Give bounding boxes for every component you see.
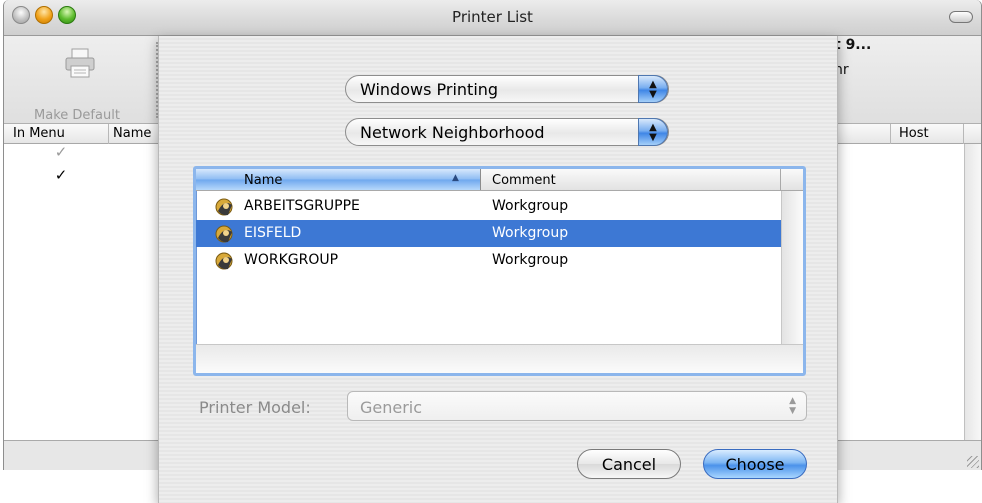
make-default-button[interactable]: Make Default <box>12 46 147 123</box>
workgroup-name: WORKGROUP <box>244 252 339 268</box>
workgroup-comment: Workgroup <box>492 252 569 268</box>
column-divider <box>963 124 964 144</box>
add-printer-sheet: Windows Printing ▲ ▼ Network Neighborhood… <box>158 36 838 503</box>
cancel-button[interactable]: Cancel <box>577 449 681 479</box>
popup-arrows-icon: ▲ ▼ <box>789 396 796 416</box>
workgroup-icon <box>215 225 233 243</box>
sort-ascending-icon: ▲ <box>452 173 459 183</box>
column-header-name[interactable]: Name <box>113 126 151 141</box>
browser-horizontal-scrollbar[interactable] <box>196 344 803 373</box>
printer-model-popup: Generic ▲ ▼ <box>347 391 807 421</box>
workgroup-row-selected[interactable]: EISFELD Workgroup <box>196 220 781 247</box>
network-location-value: Network Neighborhood <box>360 123 545 142</box>
workgroup-browser[interactable]: Name ▲ Comment ARBEITSGRUPPE Workgroup E… <box>193 166 806 376</box>
window-title: Printer List <box>452 8 533 26</box>
title-bar[interactable]: Printer List <box>4 0 981 36</box>
printer-icon <box>65 48 94 78</box>
column-divider <box>890 124 891 144</box>
column-header-name-label: Name <box>244 173 283 188</box>
popup-arrows-icon: ▲ ▼ <box>638 75 668 103</box>
column-header-name[interactable]: Name ▲ <box>196 169 481 190</box>
column-divider <box>108 124 109 144</box>
workgroup-row[interactable]: WORKGROUP Workgroup <box>196 247 781 274</box>
column-header-comment[interactable]: Comment <box>492 173 556 188</box>
printer-model-label: Printer Model: <box>199 398 311 417</box>
choose-button[interactable]: Choose <box>703 449 807 479</box>
printing-service-value: Windows Printing <box>360 80 499 99</box>
in-menu-checkbox[interactable]: ✓ <box>54 168 68 183</box>
printer-row-host-text: t 9... <box>834 37 872 53</box>
browser-vertical-scrollbar[interactable] <box>781 191 803 344</box>
popup-arrows-icon: ▲ ▼ <box>638 118 668 146</box>
column-divider <box>780 169 781 190</box>
column-header-host[interactable]: Host <box>899 126 929 141</box>
network-location-popup[interactable]: Network Neighborhood ▲ ▼ <box>345 118 669 146</box>
column-header-in-menu[interactable]: In Menu <box>13 126 65 141</box>
make-default-label: Make Default <box>34 108 120 123</box>
workgroup-comment: Workgroup <box>492 225 569 241</box>
workgroup-comment: Workgroup <box>492 198 569 214</box>
workgroup-name: ARBEITSGRUPPE <box>244 198 360 214</box>
workgroup-icon <box>215 252 233 270</box>
in-menu-checkbox[interactable]: ✓ <box>54 145 68 160</box>
workgroup-name: EISFELD <box>244 225 302 241</box>
printer-model-value: Generic <box>360 398 423 417</box>
resize-grip[interactable] <box>967 456 979 468</box>
vertical-scrollbar[interactable] <box>964 144 981 464</box>
workgroup-row[interactable]: ARBEITSGRUPPE Workgroup <box>196 193 781 220</box>
printing-service-popup[interactable]: Windows Printing ▲ ▼ <box>345 75 669 103</box>
toolbar-toggle-button[interactable] <box>949 11 973 23</box>
workgroup-icon <box>215 198 233 216</box>
browser-header: Name ▲ Comment <box>196 169 803 191</box>
